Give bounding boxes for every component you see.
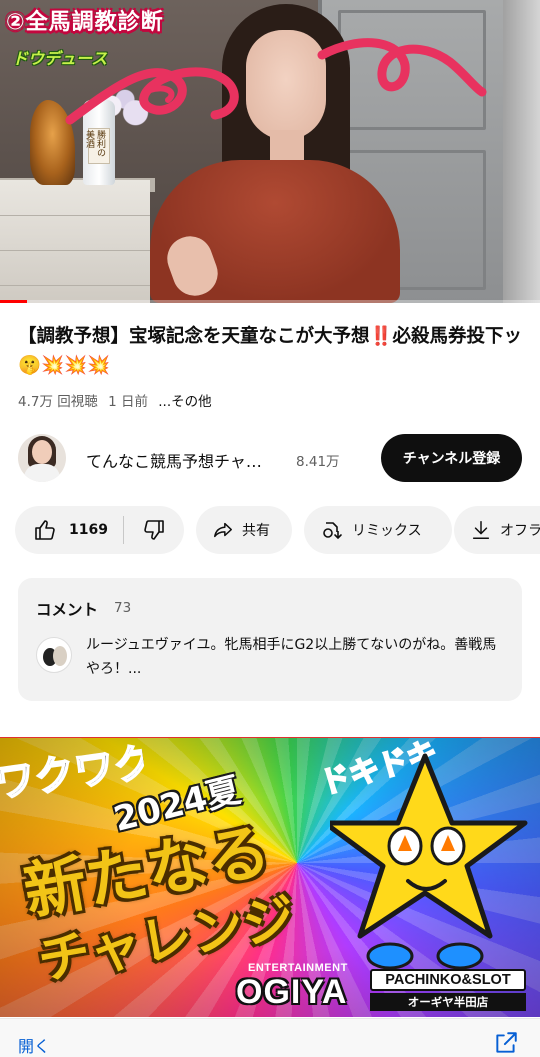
ad-top-border	[0, 737, 540, 738]
upload-age: 1 日前	[108, 394, 148, 410]
download-icon	[472, 521, 490, 539]
subscribe-button[interactable]: チャンネル登録	[381, 434, 522, 482]
channel-row: てんなこ競馬予想チャ… 8.41万 チャンネル登録	[18, 433, 522, 483]
thumbnail-title: ②全馬調教診断	[6, 10, 164, 35]
progress-fill	[0, 300, 27, 303]
ad-pachinko-slot: PACHINKO&SLOT	[370, 969, 526, 991]
open-ad-link[interactable]: 開く	[18, 1033, 50, 1057]
comments-count: 73	[114, 600, 132, 616]
commenter-avatar	[36, 637, 72, 673]
ad-banner[interactable]: ワクワク ドキドキ 2024夏 新たなる チャレンジ ENTERTAINMENT…	[0, 737, 540, 1017]
like-count: 1169	[69, 522, 108, 538]
more-link[interactable]: ...その他	[158, 394, 211, 410]
thumbnail-subtitle: ドウデュース	[12, 49, 108, 68]
view-count: 4.7万 回視聴	[18, 394, 98, 410]
subscriber-count: 8.41万	[296, 454, 340, 470]
offline-label: オフラ	[500, 523, 540, 539]
share-button[interactable]: 共有	[196, 506, 292, 554]
video-player[interactable]: 勝利の美酒 ②全馬調教診断 ドウデュース	[0, 0, 540, 303]
thumbs-down-icon	[144, 520, 164, 540]
like-button[interactable]: 1169	[15, 506, 123, 554]
comments-heading: コメント	[36, 601, 99, 619]
avatar-face	[32, 440, 52, 464]
channel-name[interactable]: てんなこ競馬予想チャ…	[86, 448, 286, 472]
like-dislike-group: 1169	[15, 506, 184, 554]
share-icon	[214, 522, 232, 538]
dislike-button[interactable]	[124, 506, 184, 554]
thumbs-up-icon	[35, 520, 55, 540]
external-link-icon[interactable]	[493, 1030, 519, 1056]
channel-avatar[interactable]	[18, 434, 66, 482]
avatar-body	[24, 464, 60, 482]
ad-brand-logo: OGIYA	[236, 973, 348, 1011]
remix-label: リミックス	[352, 523, 422, 539]
ad-action-bar: 開く	[0, 1018, 540, 1057]
action-bar: 1169 共有 リミックス オフラ	[15, 506, 540, 554]
comments-card[interactable]: コメント 73 ルージュエヴァイユ。牝馬相手にG2以上勝てないのがね。善戦馬やろ…	[18, 578, 522, 701]
video-meta[interactable]: 4.7万 回視聴 1 日前 ...その他	[18, 390, 218, 410]
ad-store-name: オーギヤ半田店	[370, 993, 526, 1011]
star-mascot-icon	[330, 753, 528, 970]
remix-button[interactable]: リミックス	[304, 506, 452, 554]
offline-button[interactable]: オフラ	[454, 506, 540, 554]
video-progress-bar[interactable]	[0, 300, 540, 303]
top-comment: ルージュエヴァイユ。牝馬相手にG2以上勝てないのがね。善戦馬やろ！...	[86, 637, 497, 677]
remix-icon	[323, 522, 342, 540]
share-label: 共有	[242, 523, 270, 539]
video-title[interactable]: 【調教予想】宝塚記念を天童なこが大予想‼️必殺馬券投下ッ🤫💥💥💥	[18, 322, 528, 380]
avatar-cat	[53, 646, 67, 666]
